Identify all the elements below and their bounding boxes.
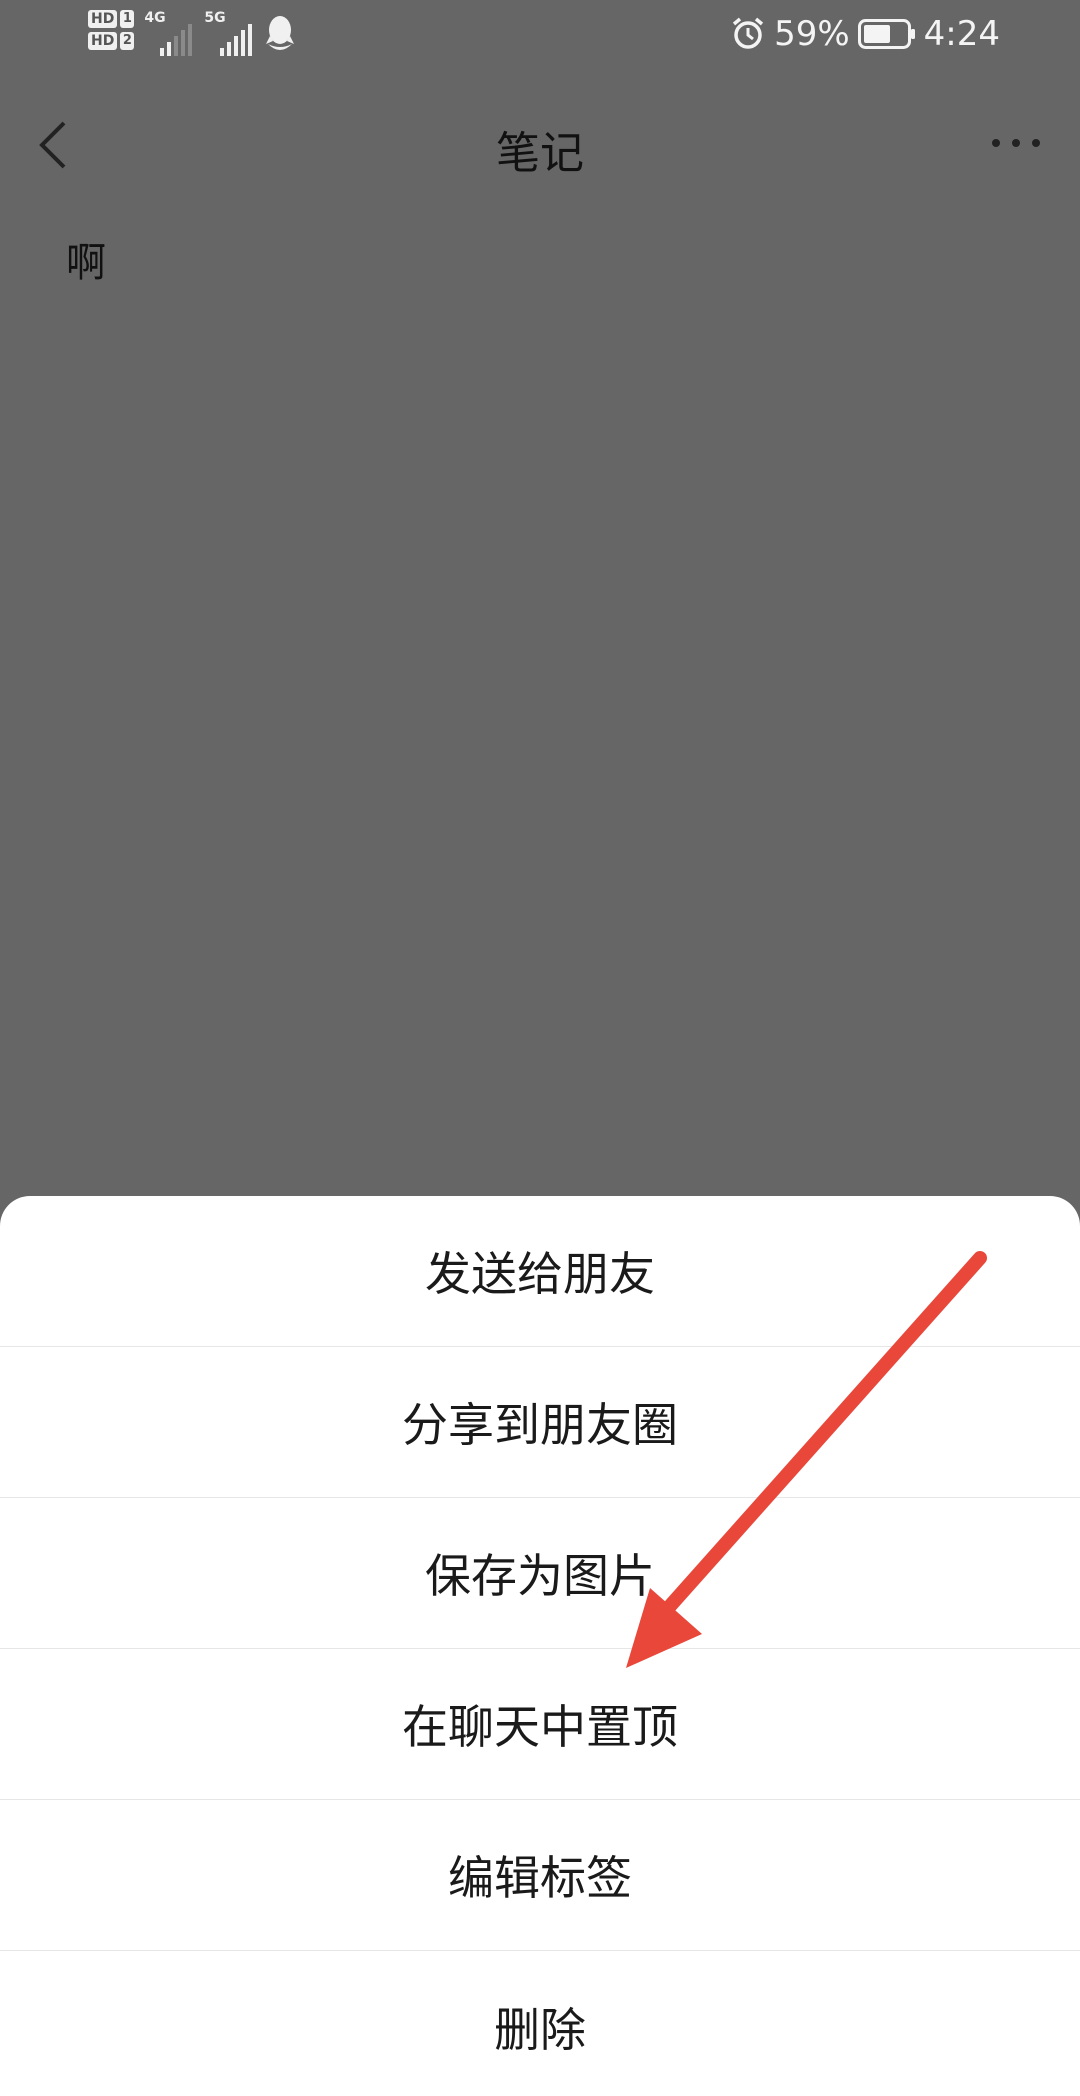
more-options-icon[interactable] xyxy=(988,131,1044,155)
signal-icon: 5G xyxy=(204,10,254,56)
battery-icon xyxy=(857,19,915,49)
edit-tags-button[interactable]: 编辑标签 xyxy=(0,1800,1080,1951)
signal-icon: 4G xyxy=(144,10,194,56)
delete-button[interactable]: 删除 xyxy=(0,1951,1080,2096)
hd-badge-sim1: HD xyxy=(88,10,118,28)
qq-icon xyxy=(266,16,295,50)
send-to-friend-button[interactable]: 发送给朋友 xyxy=(0,1196,1080,1347)
note-content: 啊 xyxy=(66,240,106,286)
sim2-number: 2 xyxy=(120,32,135,50)
hd-badge-sim2: HD xyxy=(88,32,118,50)
share-to-moments-button[interactable]: 分享到朋友圈 xyxy=(0,1347,1080,1498)
action-sheet: 发送给朋友 分享到朋友圈 保存为图片 在聊天中置顶 编辑标签 删除 xyxy=(0,1196,1080,2096)
sim1-number: 1 xyxy=(120,10,135,28)
clock-time: 4:24 xyxy=(923,14,1000,54)
page-title: 笔记 xyxy=(496,128,584,179)
pin-in-chat-button[interactable]: 在聊天中置顶 xyxy=(0,1649,1080,1800)
alarm-icon xyxy=(732,17,764,49)
battery-percent: 59% xyxy=(774,14,850,54)
status-bar: HD 1 HD 2 4G 5G 59% 4:24 xyxy=(0,0,1080,80)
save-as-image-button[interactable]: 保存为图片 xyxy=(0,1498,1080,1649)
nav-bar: 笔记 xyxy=(0,95,1080,195)
